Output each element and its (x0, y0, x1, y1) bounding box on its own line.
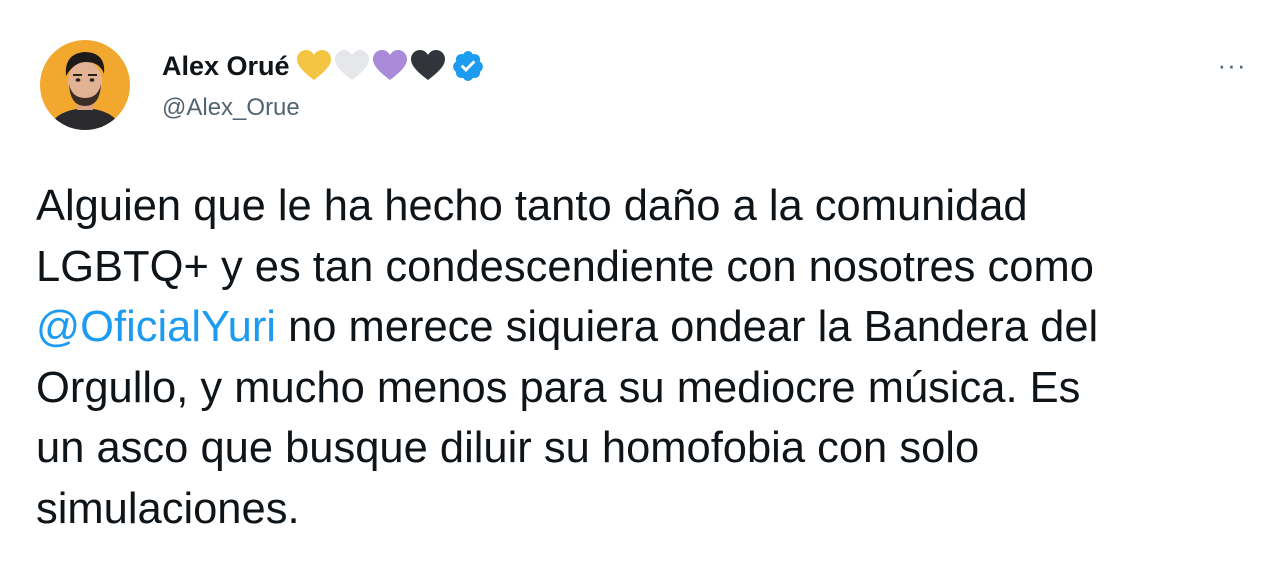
more-options-icon[interactable]: ··· (1210, 48, 1254, 82)
white-heart-icon (334, 49, 370, 83)
purple-heart-icon (372, 49, 408, 83)
tweet-text-segment: no merece siquiera ondear la Bandera del (275, 303, 1099, 351)
tweet-text-line: @OficialYuri no merece siquiera ondear l… (36, 297, 1256, 358)
tweet-text-line: Orgullo, y mucho menos para su mediocre … (36, 363, 1081, 412)
author-name-row: Alex Orué (162, 47, 485, 85)
yellow-heart-icon (296, 49, 332, 83)
author-handle[interactable]: @Alex_Orue (162, 94, 300, 122)
tweet-card: Alex Orué @Alex_Orue ··· Alguien que le … (0, 0, 1280, 564)
tweet-text: Alguien que le ha hecho tanto daño a la … (36, 176, 1256, 539)
avatar[interactable] (40, 40, 130, 130)
mention-link[interactable]: @OficialYuri (36, 303, 276, 351)
tweet-text-line: un asco que busque diluir su homofobia c… (36, 424, 980, 472)
author-display-name[interactable]: Alex Orué (162, 51, 290, 82)
tweet-text-line: LGBTQ+ y es tan condescendiente con noso… (36, 242, 1094, 291)
verified-badge-icon (451, 49, 485, 83)
avatar-image (40, 40, 130, 130)
tweet-text-line: Alguien que le ha hecho tanto daño a la … (36, 182, 1028, 230)
black-heart-icon (410, 49, 446, 83)
tweet-text-line: simulaciones. (36, 484, 300, 533)
